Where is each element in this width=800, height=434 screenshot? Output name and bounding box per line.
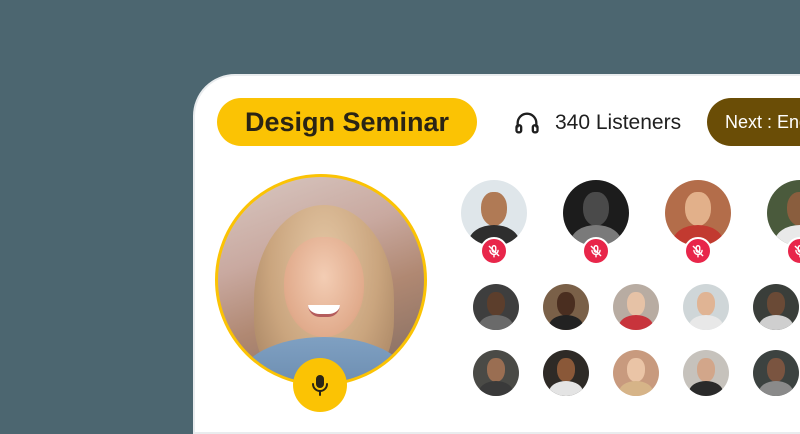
next-room-button[interactable]: Next : English Debate — [707, 98, 800, 146]
listener-avatar[interactable] — [613, 284, 659, 330]
audio-room-panel: Design Seminar 340 Listeners Next : Engl… — [193, 74, 800, 434]
muted-mic-icon — [692, 245, 704, 258]
headphones-icon — [515, 112, 539, 134]
host-mic-button[interactable] — [293, 358, 347, 412]
muted-mic-icon — [794, 245, 800, 258]
listener-avatar[interactable] — [543, 350, 589, 396]
mute-badge-2 — [582, 237, 610, 265]
listener-avatar[interactable] — [753, 350, 799, 396]
listener-count: 340 Listeners — [513, 106, 681, 140]
listener-avatar[interactable] — [683, 350, 729, 396]
host-avatar[interactable] — [215, 174, 427, 386]
listener-avatar[interactable] — [683, 284, 729, 330]
listener-avatar[interactable] — [753, 284, 799, 330]
room-title: Design Seminar — [217, 98, 477, 146]
listener-avatar[interactable] — [473, 284, 519, 330]
muted-mic-icon — [590, 245, 602, 258]
listener-avatar[interactable] — [473, 350, 519, 396]
microphone-icon — [312, 375, 328, 396]
mute-badge-1 — [480, 237, 508, 265]
listener-avatar[interactable] — [543, 284, 589, 330]
room-title-text: Design Seminar — [244, 106, 450, 137]
listener-avatar[interactable] — [613, 350, 659, 396]
speaker-avatar-4[interactable] — [767, 180, 800, 246]
mute-badge-3 — [684, 237, 712, 265]
muted-mic-icon — [488, 245, 500, 258]
next-room-text: Next : English Debate — [725, 111, 800, 132]
listener-count-text: 340 Listeners — [555, 111, 682, 134]
